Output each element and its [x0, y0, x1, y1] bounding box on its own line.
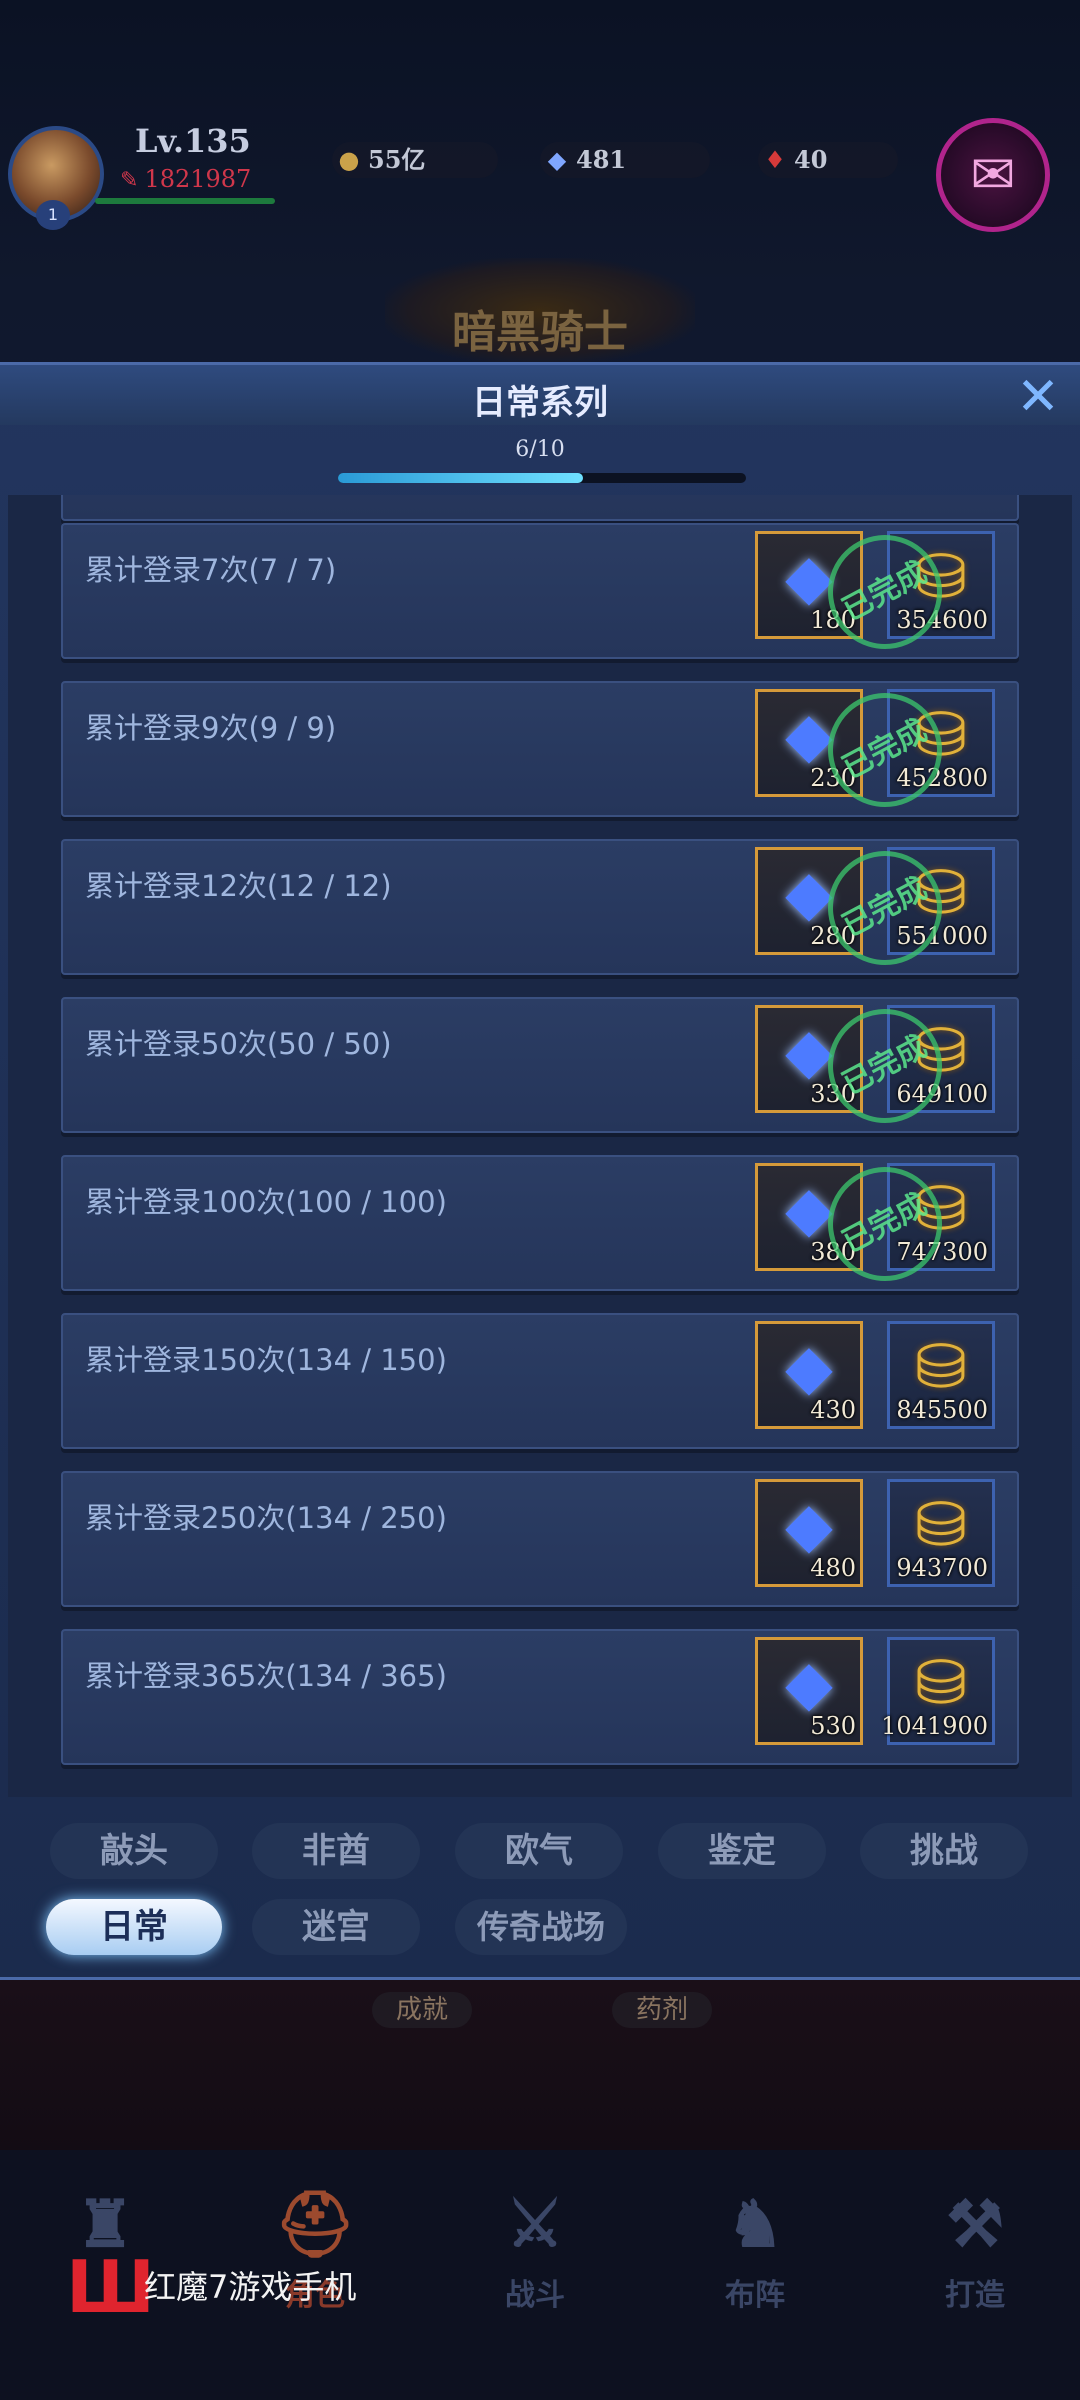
achievement-label: 累计登录100次(100 / 100) — [85, 1185, 447, 1219]
nav-character[interactable]: ⛑ 角色 — [240, 2180, 390, 2340]
nav-battle-label: 战斗 — [505, 2278, 565, 2313]
nav-forge[interactable]: ⚒ 打造 — [900, 2180, 1050, 2340]
gold-coins-icon: ⛁ — [915, 1646, 967, 1719]
tab-chuanqi-zhanchang[interactable]: 传奇战场 — [455, 1899, 627, 1955]
diamond-reward[interactable]: ◆ 530 — [755, 1637, 863, 1745]
achievement-tag[interactable]: 成就 — [372, 1992, 472, 2028]
diamond-reward-amount: 430 — [810, 1396, 856, 1424]
achievement-row[interactable]: 累计登录250次(134 / 250) ◆ 480 ⛁ 943700 — [61, 1471, 1019, 1607]
achievement-row[interactable]: 累计登录365次(134 / 365) ◆ 530 ⛁ 1041900 — [61, 1629, 1019, 1765]
gold-amount: 55亿 — [368, 145, 426, 174]
diamond-icon: ◆ — [785, 1646, 833, 1719]
gold-reward[interactable]: ⛁ 845500 — [887, 1321, 995, 1429]
anvil-icon: ⚒ — [946, 2187, 1004, 2262]
gold-coins-icon: ⛁ — [915, 1330, 967, 1403]
formation-icon: ♞ — [726, 2187, 784, 2262]
achievement-row[interactable]: 累计登录50次(50 / 50) ◆ 330 ⛁ 649100 已完成 — [61, 988, 1019, 1144]
nav-formation-label: 布阵 — [725, 2278, 785, 2313]
tab-ouqi[interactable]: 欧气 — [455, 1823, 623, 1879]
potion-tag[interactable]: 药剂 — [612, 1992, 712, 2028]
avatar-badge: 1 — [36, 200, 70, 230]
gold-reward-amount: 1041900 — [881, 1712, 988, 1740]
tab-richang[interactable]: 日常 — [46, 1899, 222, 1955]
achievement-label: 累计登录150次(134 / 150) — [85, 1343, 447, 1377]
gold-reward[interactable]: ⛁ 1041900 — [881, 1637, 995, 1745]
diamond-icon: ◆ — [547, 145, 567, 174]
diamond-reward[interactable]: ◆ 430 — [755, 1321, 863, 1429]
achievement-label: 累计登录365次(134 / 365) — [85, 1659, 447, 1693]
achievement-label: 累计登录250次(134 / 250) — [85, 1501, 447, 1535]
helmet-icon: ⛑ — [274, 2187, 356, 2262]
experience-bar — [95, 198, 275, 204]
tab-migong[interactable]: 迷宫 — [252, 1899, 420, 1955]
gold-reward-amount: 845500 — [896, 1396, 988, 1424]
achievement-label: 累计登录7次(7 / 7) — [85, 553, 337, 587]
gold-bag-icon: ● — [338, 145, 360, 174]
series-progress-bar — [338, 473, 746, 483]
tab-qiaotou[interactable]: 敲头 — [50, 1823, 218, 1879]
red-magic-logo-icon: Ш — [66, 2245, 155, 2329]
quest-scroll-button[interactable]: ✉ — [936, 118, 1050, 232]
power-value: 1821987 — [144, 165, 252, 193]
achievement-row[interactable]: 累计登录100次(100 / 100) ◆ 380 ⛁ 747300 已完成 — [61, 1146, 1019, 1302]
achievement-row[interactable]: 累计登录150次(134 / 150) ◆ 430 ⛁ 845500 — [61, 1313, 1019, 1449]
sword-icon: ✎ — [120, 168, 139, 193]
close-icon[interactable]: ✕ — [1014, 371, 1062, 423]
ruby-resource[interactable]: ♦ 40 — [758, 142, 898, 178]
achievement-row[interactable]: 累计登录7次(7 / 7) ◆ 180 ⛁ 354600 已完成 — [61, 514, 1019, 670]
ruby-icon: ♦ — [764, 145, 786, 174]
achievement-row[interactable]: 累计登录9次(9 / 9) ◆ 230 ⛁ 452800 已完成 — [61, 672, 1019, 828]
achievement-row[interactable]: 累计登录12次(12 / 12) ◆ 280 ⛁ 551000 已完成 — [61, 830, 1019, 986]
diamond-icon: ◆ — [785, 1488, 833, 1561]
background-area: 成就 药剂 — [0, 1980, 1080, 2150]
diamond-reward[interactable]: ◆ 480 — [755, 1479, 863, 1587]
achievement-label: 累计登录50次(50 / 50) — [85, 1027, 392, 1061]
diamond-amount: 481 — [576, 145, 627, 174]
gold-reward-amount: 943700 — [896, 1554, 988, 1582]
diamond-icon: ◆ — [785, 1330, 833, 1403]
gold-reward[interactable]: ⛁ 943700 — [887, 1479, 995, 1587]
dialog-header: 日常系列 ✕ — [0, 365, 1080, 425]
ruby-amount: 40 — [794, 145, 828, 174]
achievement-row-partial — [61, 495, 1019, 521]
crossed-swords-icon: ⚔ — [506, 2187, 564, 2262]
dialog-title: 日常系列 — [472, 383, 608, 423]
achievement-list[interactable]: 累计登录7次(7 / 7) ◆ 180 ⛁ 354600 已完成 累计登录9次(9 … — [8, 495, 1072, 1797]
nav-battle[interactable]: ⚔ 战斗 — [460, 2180, 610, 2340]
progress-label: 6/10 — [515, 437, 565, 462]
player-level: Lv.135 — [135, 122, 251, 160]
achievement-dialog: 日常系列 ✕ 6/10 累计登录7次(7 / 7) ◆ 180 ⛁ 354600 已… — [0, 362, 1080, 1980]
achievement-label: 累计登录9次(9 / 9) — [85, 711, 337, 745]
phone-brand-text: 红魔7游戏手机 — [144, 2268, 357, 2306]
class-emblem: 暗黑骑士 — [385, 258, 695, 363]
player-status-bar: 1 Lv.135 ✎ 1821987 ● 55亿 ◆ 481 ♦ 40 ✉ — [0, 110, 1080, 240]
diamond-reward-amount: 530 — [810, 1712, 856, 1740]
tab-tiaozhan[interactable]: 挑战 — [860, 1823, 1028, 1879]
nav-formation[interactable]: ♞ 布阵 — [680, 2180, 830, 2340]
scroll-icon: ✉ — [970, 143, 1016, 206]
diamond-resource[interactable]: ◆ 481 — [540, 142, 710, 178]
gold-resource[interactable]: ● 55亿 — [332, 142, 498, 178]
diamond-reward-amount: 480 — [810, 1554, 856, 1582]
nav-forge-label: 打造 — [945, 2278, 1005, 2313]
gold-coins-icon: ⛁ — [915, 1488, 967, 1561]
player-power: ✎ 1821987 — [120, 165, 251, 193]
tab-feiqiu[interactable]: 非酋 — [252, 1823, 420, 1879]
achievement-label: 累计登录12次(12 / 12) — [85, 869, 392, 903]
series-progress-fill — [338, 473, 583, 483]
tab-jianding[interactable]: 鉴定 — [658, 1823, 826, 1879]
